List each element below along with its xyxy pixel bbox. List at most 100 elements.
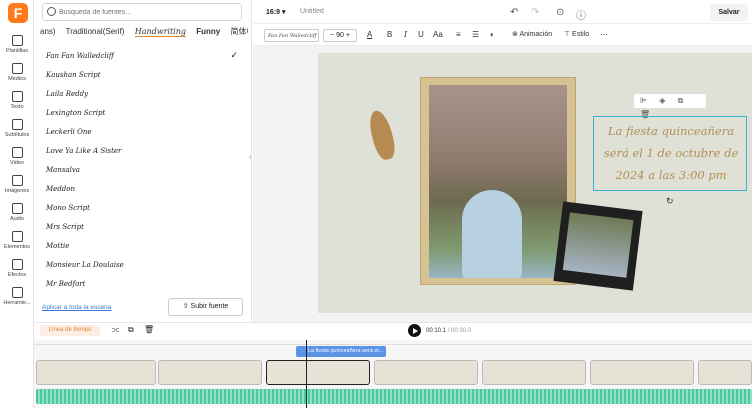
rail-item-label: Plantillas bbox=[5, 48, 28, 54]
delete-icon[interactable]: 🗑 bbox=[144, 325, 154, 334]
video-clip[interactable] bbox=[698, 360, 752, 385]
element-tools[interactable]: ⊫ ◈ ⧉ 🗑 bbox=[633, 93, 707, 119]
underline-icon[interactable]: U bbox=[418, 30, 424, 39]
selected-text-box[interactable]: La fiesta quinceañera será el 1 de octub… bbox=[593, 116, 747, 191]
rail-item-9[interactable]: Herramie... bbox=[0, 287, 34, 306]
rail-item-2[interactable]: Texto bbox=[0, 91, 34, 110]
video-clip[interactable] bbox=[36, 360, 156, 385]
font-category-tabs: ans) Traditional(Serif) Handwriting Funn… bbox=[40, 26, 248, 40]
font-list-item[interactable]: Meddon bbox=[46, 180, 242, 199]
rail-item-0[interactable]: Plantillas bbox=[0, 35, 34, 54]
text-icon bbox=[11, 91, 23, 102]
video-clip[interactable] bbox=[590, 360, 694, 385]
effects-icon[interactable]: ◐ bbox=[490, 30, 495, 39]
split-icon[interactable]: ⫗ bbox=[112, 325, 119, 335]
rail-item-3[interactable]: Subtítulos bbox=[0, 119, 34, 138]
project-title[interactable]: Untitled bbox=[300, 8, 324, 15]
rail-item-7[interactable]: Elementos bbox=[0, 231, 34, 250]
font-select[interactable]: Fan Fan Walledcliff ▾ bbox=[264, 29, 319, 51]
font-list-item[interactable]: Lexington Script bbox=[46, 104, 242, 123]
save-button[interactable]: Salvar bbox=[710, 4, 748, 21]
rail-item-label: Medios bbox=[8, 76, 26, 82]
category-tab-active[interactable]: Handwriting bbox=[134, 27, 187, 37]
rail-item-6[interactable]: Audio bbox=[0, 203, 34, 222]
rail-item-5[interactable]: Imágenes bbox=[0, 175, 34, 194]
rail-item-label: Herramie... bbox=[3, 300, 31, 306]
style-button[interactable]: ⊤ Estilo bbox=[564, 30, 589, 38]
redo-icon[interactable]: ↷ bbox=[531, 7, 539, 18]
video-clip[interactable] bbox=[158, 360, 262, 385]
filmstrip-photo[interactable] bbox=[553, 201, 643, 291]
rotate-handle-icon[interactable]: ↻ bbox=[666, 196, 674, 207]
font-list-item[interactable]: Mr Bedfort bbox=[46, 275, 242, 294]
collapse-panel-icon[interactable]: ‹ bbox=[249, 152, 252, 161]
upload-font-label: Subir fuente bbox=[190, 303, 229, 310]
playhead[interactable] bbox=[306, 340, 307, 408]
font-list-item[interactable]: Mottie bbox=[46, 237, 242, 256]
duplicate-icon[interactable]: ⧉ bbox=[128, 325, 134, 335]
help-icon[interactable]: ⓘ bbox=[576, 7, 586, 22]
video-clip[interactable] bbox=[374, 360, 478, 385]
font-search-input[interactable] bbox=[59, 6, 239, 18]
rail-item-label: Efectos bbox=[7, 272, 27, 278]
font-list-item[interactable]: Mansalva bbox=[46, 161, 242, 180]
app-logo[interactable]: F bbox=[8, 3, 28, 23]
text-color-icon[interactable]: A bbox=[367, 30, 372, 39]
elements-icon bbox=[11, 231, 23, 242]
font-list-item[interactable]: Monsieur La Doulaise bbox=[46, 256, 242, 275]
timeline-ruler[interactable] bbox=[34, 340, 752, 345]
rail-item-label: Imágenes bbox=[4, 188, 30, 194]
video-clip[interactable] bbox=[266, 360, 370, 385]
font-search[interactable] bbox=[42, 3, 242, 21]
align-icon[interactable]: ≡ bbox=[456, 30, 461, 39]
font-list-item[interactable]: Love Ya Like A Sister bbox=[46, 142, 242, 161]
main-photo-figure bbox=[462, 190, 522, 278]
search-icon bbox=[47, 7, 56, 16]
aspect-ratio-select[interactable]: 16:9 ▾ bbox=[266, 8, 285, 16]
play-button[interactable] bbox=[408, 324, 421, 337]
rail-item-1[interactable]: Medios bbox=[0, 63, 34, 82]
undo-icon[interactable]: ↶ bbox=[510, 7, 518, 18]
italic-icon[interactable]: I bbox=[404, 30, 407, 39]
category-tab[interactable]: Traditional(Serif) bbox=[66, 27, 125, 36]
rail-item-label: Video bbox=[10, 160, 24, 166]
text-case-icon[interactable]: Aa bbox=[433, 30, 443, 39]
canvas-text[interactable]: La fiesta quinceañera será el 1 de octub… bbox=[596, 120, 746, 186]
font-list-item[interactable]: Laila Reddy bbox=[46, 85, 242, 104]
spacing-icon[interactable]: ☰ bbox=[472, 30, 479, 39]
audio-track[interactable] bbox=[36, 389, 752, 404]
images-icon bbox=[11, 175, 23, 186]
font-list-item[interactable]: Mrs Script bbox=[46, 218, 242, 237]
category-tab[interactable]: 简体中文 bbox=[230, 27, 248, 36]
rail-item-4[interactable]: Video bbox=[0, 147, 34, 166]
apply-to-scene-link[interactable]: Aplicar a toda la escena bbox=[42, 304, 111, 311]
media-icon bbox=[11, 63, 23, 74]
templates-icon bbox=[11, 35, 23, 46]
rail-item-label: Subtítulos bbox=[4, 132, 30, 138]
animation-button[interactable]: ⊗ Animación bbox=[512, 30, 552, 38]
rail-item-8[interactable]: Efectos bbox=[0, 259, 34, 278]
selected-check-icon: ✓ bbox=[230, 51, 238, 61]
bold-icon[interactable]: B bbox=[387, 30, 392, 39]
audio-icon bbox=[11, 203, 23, 214]
font-list-item[interactable]: Mono Script bbox=[46, 199, 242, 218]
category-tab[interactable]: ans) bbox=[40, 27, 56, 36]
video-clip[interactable] bbox=[482, 360, 586, 385]
font-list-item[interactable]: Fan Fan Walledcliff ✓ bbox=[46, 47, 242, 66]
subtitles-icon bbox=[11, 119, 23, 130]
screenshot-icon[interactable]: ⊙ bbox=[556, 7, 564, 18]
rail-item-label: Elementos bbox=[4, 244, 30, 250]
rail-item-label: Audio bbox=[9, 216, 25, 222]
upload-font-button[interactable]: ⇧ Subir fuente bbox=[168, 298, 243, 316]
top-bar bbox=[253, 0, 752, 24]
text-clip[interactable]: La fiesta quinceañera será el... bbox=[296, 346, 386, 357]
category-tab[interactable]: Funny bbox=[196, 27, 220, 36]
rail-item-label: Texto bbox=[10, 104, 24, 110]
font-list-item[interactable]: Kaushan Script bbox=[46, 66, 242, 85]
timeline-toggle-button[interactable]: Línea de tiempo bbox=[40, 325, 100, 336]
more-icon[interactable]: ⋯ bbox=[600, 30, 608, 39]
timeline-controls bbox=[34, 322, 752, 340]
font-list-item[interactable]: Leckerli One bbox=[46, 123, 242, 142]
font-size-stepper[interactable]: − 90 + bbox=[323, 29, 357, 42]
video-icon bbox=[11, 147, 23, 158]
